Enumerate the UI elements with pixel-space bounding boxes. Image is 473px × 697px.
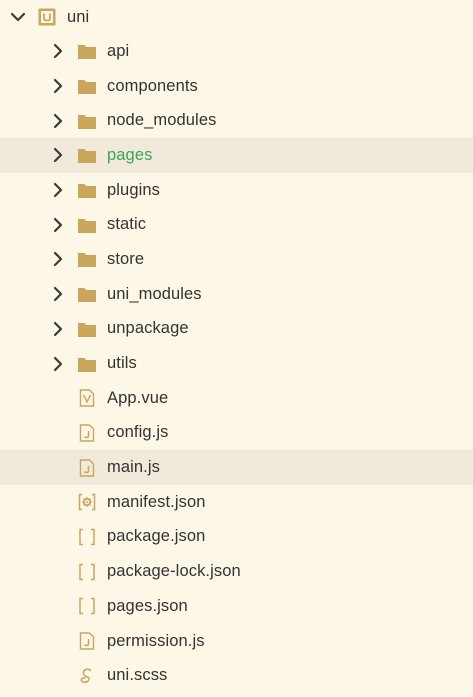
js-file-icon: [78, 458, 96, 477]
chevron-right-icon[interactable]: [50, 217, 66, 233]
file-row-uni-scss[interactable]: uni.scss: [0, 658, 473, 693]
folder-icon: [78, 285, 96, 303]
folder-label: pages: [107, 145, 153, 164]
project-explorer-tree: uni api components node_modules pages pl…: [0, 0, 473, 693]
tree-root-uni[interactable]: uni: [0, 0, 473, 34]
folder-icon: [78, 320, 96, 338]
folder-icon: [78, 355, 96, 373]
file-row-package-lock-json[interactable]: package-lock.json: [0, 554, 473, 589]
folder-row-static[interactable]: static: [0, 207, 473, 242]
js-file-icon: [78, 424, 96, 442]
vue-file-icon: [78, 389, 96, 407]
file-label: permission.js: [107, 631, 205, 650]
chevron-right-icon[interactable]: [50, 78, 66, 94]
folder-row-uni-modules[interactable]: uni_modules: [0, 277, 473, 312]
folder-row-plugins[interactable]: plugins: [0, 173, 473, 208]
folder-icon: [78, 250, 96, 268]
chevron-right-icon[interactable]: [50, 182, 66, 198]
scss-file-icon: [78, 667, 96, 685]
file-label: manifest.json: [107, 492, 206, 511]
folder-row-components[interactable]: components: [0, 69, 473, 104]
folder-icon: [78, 216, 96, 234]
file-row-config-js[interactable]: config.js: [0, 416, 473, 451]
folder-row-pages[interactable]: pages: [0, 138, 473, 173]
folder-row-node-modules[interactable]: node_modules: [0, 103, 473, 138]
file-row-main-js[interactable]: main.js: [0, 450, 473, 485]
folder-icon: [78, 146, 96, 164]
folder-label: uni_modules: [107, 284, 202, 303]
folder-icon: [78, 77, 96, 95]
folder-label: plugins: [107, 180, 160, 199]
file-label: package-lock.json: [107, 562, 241, 581]
file-row-app-vue[interactable]: App.vue: [0, 381, 473, 416]
file-row-package-json[interactable]: package.json: [0, 520, 473, 555]
js-file-icon: [78, 632, 96, 650]
file-label: uni.scss: [107, 666, 168, 685]
folder-row-unpackage[interactable]: unpackage: [0, 312, 473, 347]
folder-label: store: [107, 249, 145, 268]
file-label: package.json: [107, 527, 206, 546]
folder-label: unpackage: [107, 319, 189, 338]
file-row-manifest-json[interactable]: manifest.json: [0, 485, 473, 520]
chevron-right-icon[interactable]: [50, 147, 66, 163]
folder-label: components: [107, 76, 198, 95]
json-file-icon: [78, 563, 96, 581]
chevron-right-icon[interactable]: [50, 43, 66, 59]
file-label: config.js: [107, 423, 169, 442]
json-file-icon: [78, 528, 96, 546]
folder-label: node_modules: [107, 111, 217, 130]
chevron-right-icon[interactable]: [50, 251, 66, 267]
folder-label: api: [107, 41, 130, 60]
folder-icon: [78, 112, 96, 130]
folder-label: static: [107, 215, 147, 234]
folder-row-utils[interactable]: utils: [0, 346, 473, 381]
manifest-file-icon: [78, 493, 96, 511]
chevron-right-icon[interactable]: [50, 321, 66, 337]
folder-icon: [78, 181, 96, 199]
folder-label: utils: [107, 354, 137, 373]
folder-icon: [78, 42, 96, 60]
chevron-right-icon[interactable]: [50, 113, 66, 129]
chevron-down-icon[interactable]: [10, 9, 26, 25]
file-row-pages-json[interactable]: pages.json: [0, 589, 473, 624]
file-row-permission-js[interactable]: permission.js: [0, 624, 473, 659]
chevron-right-icon[interactable]: [50, 286, 66, 302]
file-label: main.js: [107, 458, 160, 477]
tree-root-label: uni: [67, 7, 90, 26]
file-label: App.vue: [107, 388, 169, 407]
chevron-right-icon[interactable]: [50, 356, 66, 372]
json-file-icon: [78, 597, 96, 615]
folder-row-api[interactable]: api: [0, 34, 473, 69]
file-label: pages.json: [107, 596, 188, 615]
folder-row-store[interactable]: store: [0, 242, 473, 277]
uni-app-project-icon: [38, 8, 56, 26]
